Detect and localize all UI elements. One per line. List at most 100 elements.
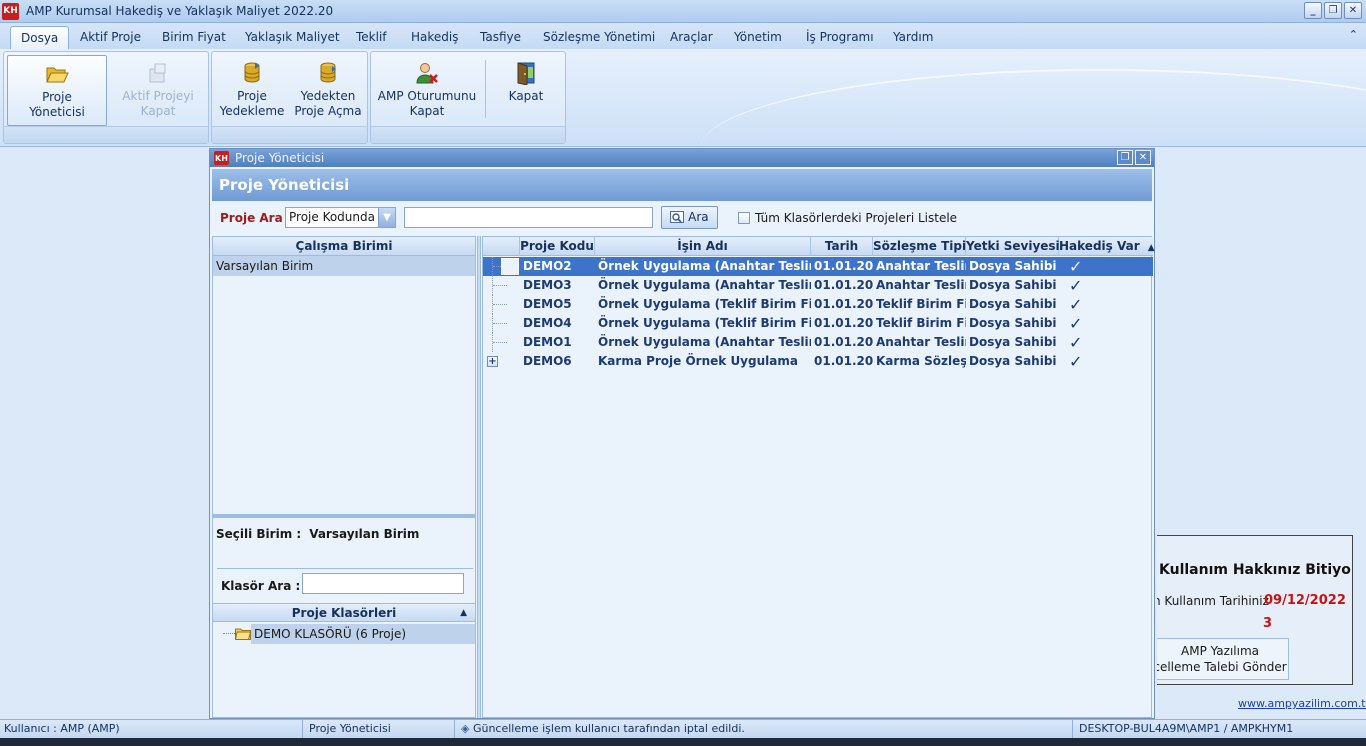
project-backup-button[interactable]: Proje Yedekleme [215, 55, 289, 126]
cell-type: Teklif Birim Fiyat [876, 316, 966, 330]
cell-code: DEMO1 [523, 335, 572, 349]
exit-button[interactable]: Kapat [489, 55, 563, 126]
ribbon-separator [485, 60, 486, 118]
col-sozlesme-tipi[interactable]: Sözleşme Tipi [873, 237, 966, 256]
collapse-ribbon-icon[interactable]: ⌃ [1349, 28, 1358, 41]
folder-search-input[interactable] [302, 573, 464, 594]
os-taskbar [0, 738, 1366, 746]
unit-list: Varsayılan Birim [213, 256, 475, 518]
restore-button[interactable]: ❐ [1324, 2, 1342, 19]
projects-grid: Proje Kodu İşin Adı Tarih Sözleşme Tipi … [482, 236, 1155, 718]
project-manager-button[interactable]: Proje Yöneticisi [7, 55, 107, 126]
folder-item[interactable]: DEMO KLASÖRÜ (6 Proje) [213, 624, 475, 644]
col-proje-kodu[interactable]: Proje Kodu [520, 237, 595, 256]
child-maximize-button[interactable]: ❐ [1117, 150, 1133, 165]
folders-header[interactable]: Proje Klasörleri ▲ [213, 603, 475, 622]
tab-birim-fiyat[interactable]: Birim Fiyat [162, 26, 226, 49]
cell-date: 01.01.2018 [814, 278, 873, 292]
cell-name: Örnek Uygulama (Teklif Birim Fiyatlı [598, 316, 811, 330]
child-close-button[interactable]: ✕ [1135, 150, 1151, 165]
table-row[interactable]: DEMO1 Örnek Uygulama (Anahtar Teslimi 01.0… [483, 333, 1153, 352]
cell-type: Anahtar Teslimi [876, 335, 966, 349]
child-window-logo: KH [214, 151, 229, 165]
exit-door-icon [517, 62, 535, 85]
search-icon [670, 211, 685, 223]
tab-yonetim[interactable]: Yönetim [734, 26, 782, 49]
cell-type: Anahtar Teslimi [876, 259, 966, 273]
checkmark-icon: ✓ [1069, 295, 1083, 314]
window-title: AMP Kurumsal Hakediş ve Yaklaşık Maliyet… [26, 4, 334, 18]
search-label: Proje Ara [220, 211, 283, 225]
table-row[interactable]: + DEMO6 Karma Proje Örnek Uygulama 01.01.20… [483, 352, 1153, 371]
tab-yardim[interactable]: Yardım [893, 26, 933, 49]
col-isin-adi[interactable]: İşin Adı [595, 237, 811, 256]
all-folders-checkbox-label: Tüm Klasörlerdeki Projeleri Listele [755, 211, 958, 225]
ribbon-group-session: AMP Oturumunu Kapat Kapat [370, 51, 566, 144]
tab-dosya[interactable]: Dosya [10, 26, 70, 49]
cell-type: Anahtar Teslimi [876, 278, 966, 292]
checkmark-icon: ✓ [1069, 352, 1083, 371]
row-indicator [501, 258, 519, 275]
project-manager-window: KH Proje Yöneticisi ❐ ✕ Proje Yöneticisi… [209, 148, 1155, 719]
col-hakedis-var[interactable]: Hakediş Var ▲ [1059, 237, 1155, 256]
col-tarih[interactable]: Tarih [811, 237, 873, 256]
sort-asc-icon: ▲ [1147, 243, 1155, 253]
tab-yaklasik-maliyet[interactable]: Yaklaşık Maliyet [245, 26, 340, 49]
website-link[interactable]: www.ampyazilim.com.tr [1238, 697, 1366, 710]
restore-from-backup-button[interactable]: Yedekten Proje Açma [290, 55, 366, 126]
cell-code: DEMO6 [523, 354, 572, 368]
cell-type: Teklif Birim Fiyat [876, 297, 966, 311]
minimize-button[interactable]: _ [1304, 2, 1322, 19]
project-manager-titlebar: KH Proje Yöneticisi ❐ ✕ [210, 149, 1154, 167]
search-button[interactable]: Ara [661, 206, 718, 229]
notice-count: 3 [1263, 616, 1273, 631]
folder-label: DEMO KLASÖRÜ (6 Proje) [251, 624, 475, 644]
cell-level: Dosya Sahibi [969, 297, 1057, 311]
checkmark-icon: ✓ [1069, 276, 1083, 295]
panel-splitter[interactable] [477, 236, 481, 718]
table-row[interactable]: DEMO4 Örnek Uygulama (Teklif Birim Fiyatl… [483, 314, 1153, 333]
cell-type: Karma Sözleşme [876, 354, 966, 368]
license-notice-panel: Kullanım Hakkınız Bitiyor n Kullanım Tar… [1157, 535, 1353, 685]
cell-name: Karma Proje Örnek Uygulama [598, 354, 798, 368]
tab-tasfiye[interactable]: Tasfiye [480, 26, 521, 49]
ribbon-group-project: Proje Yöneticisi Aktif Projeyi Kapat [3, 51, 209, 144]
close-active-project-button[interactable]: Aktif Projeyi Kapat [108, 55, 208, 126]
col-yetki-seviyesi[interactable]: Yetki Seviyesi [966, 237, 1060, 256]
cell-name: Örnek Uygulama (Teklif Birim Fiyatlı [598, 297, 811, 311]
close-button[interactable]: ✕ [1344, 2, 1362, 19]
tab-aktif-proje[interactable]: Aktif Proje [80, 26, 141, 49]
title-bar: KH AMP Kurumsal Hakediş ve Yaklaşık Mali… [0, 0, 1366, 23]
menu-bar: Dosya Aktif Proje Birim Fiyat Yaklaşık M… [0, 23, 1366, 49]
cell-code: DEMO3 [523, 278, 572, 292]
tab-teklif[interactable]: Teklif [356, 26, 387, 49]
status-message: ◈ Güncelleme işlem kullanıcı tarafından … [457, 720, 1073, 738]
ribbon: Proje Yöneticisi Aktif Projeyi Kapat Pro… [0, 49, 1366, 147]
app-logo: KH [2, 2, 19, 20]
cell-level: Dosya Sahibi [969, 278, 1057, 292]
tab-is-programi[interactable]: İş Programı [806, 26, 874, 49]
checkmark-icon: ✓ [1069, 314, 1083, 333]
table-row[interactable]: DEMO3 Örnek Uygulama (Anahtar Teslimi 01.0… [483, 276, 1153, 295]
tab-sozlesme-yonetimi[interactable]: Sözleşme Yönetimi [543, 26, 655, 49]
close-session-button[interactable]: AMP Oturumunu Kapat [374, 55, 480, 126]
update-request-button[interactable]: AMP Yazılıma celleme Talebi Gönder [1157, 638, 1289, 680]
checkmark-icon: ✓ [1069, 257, 1083, 276]
notice-date-value: 09/12/2022 [1264, 593, 1346, 608]
search-field-select[interactable]: Proje Kodunda ▼ [285, 207, 396, 228]
search-input[interactable] [404, 207, 653, 228]
table-row[interactable]: DEMO2 Örnek Uygulama (Anahtar Teslimi 01.0… [483, 257, 1153, 276]
tab-hakedis[interactable]: Hakediş [411, 26, 458, 49]
cell-level: Dosya Sahibi [969, 259, 1057, 273]
folder-search-label: Klasör Ara : [221, 579, 301, 593]
list-item[interactable]: Varsayılan Birim [213, 256, 475, 276]
tab-araclar[interactable]: Araçlar [670, 26, 713, 49]
info-diamond-icon: ◈ [461, 722, 470, 735]
unit-column-header[interactable]: Çalışma Birimi [213, 237, 475, 256]
database-backup-icon [244, 62, 260, 83]
expand-icon[interactable]: + [487, 356, 498, 367]
cell-level: Dosya Sahibi [969, 354, 1057, 368]
all-folders-checkbox[interactable] [738, 212, 750, 224]
chevron-down-icon[interactable]: ▼ [378, 208, 395, 227]
table-row[interactable]: DEMO5 Örnek Uygulama (Teklif Birim Fiyatl… [483, 295, 1153, 314]
